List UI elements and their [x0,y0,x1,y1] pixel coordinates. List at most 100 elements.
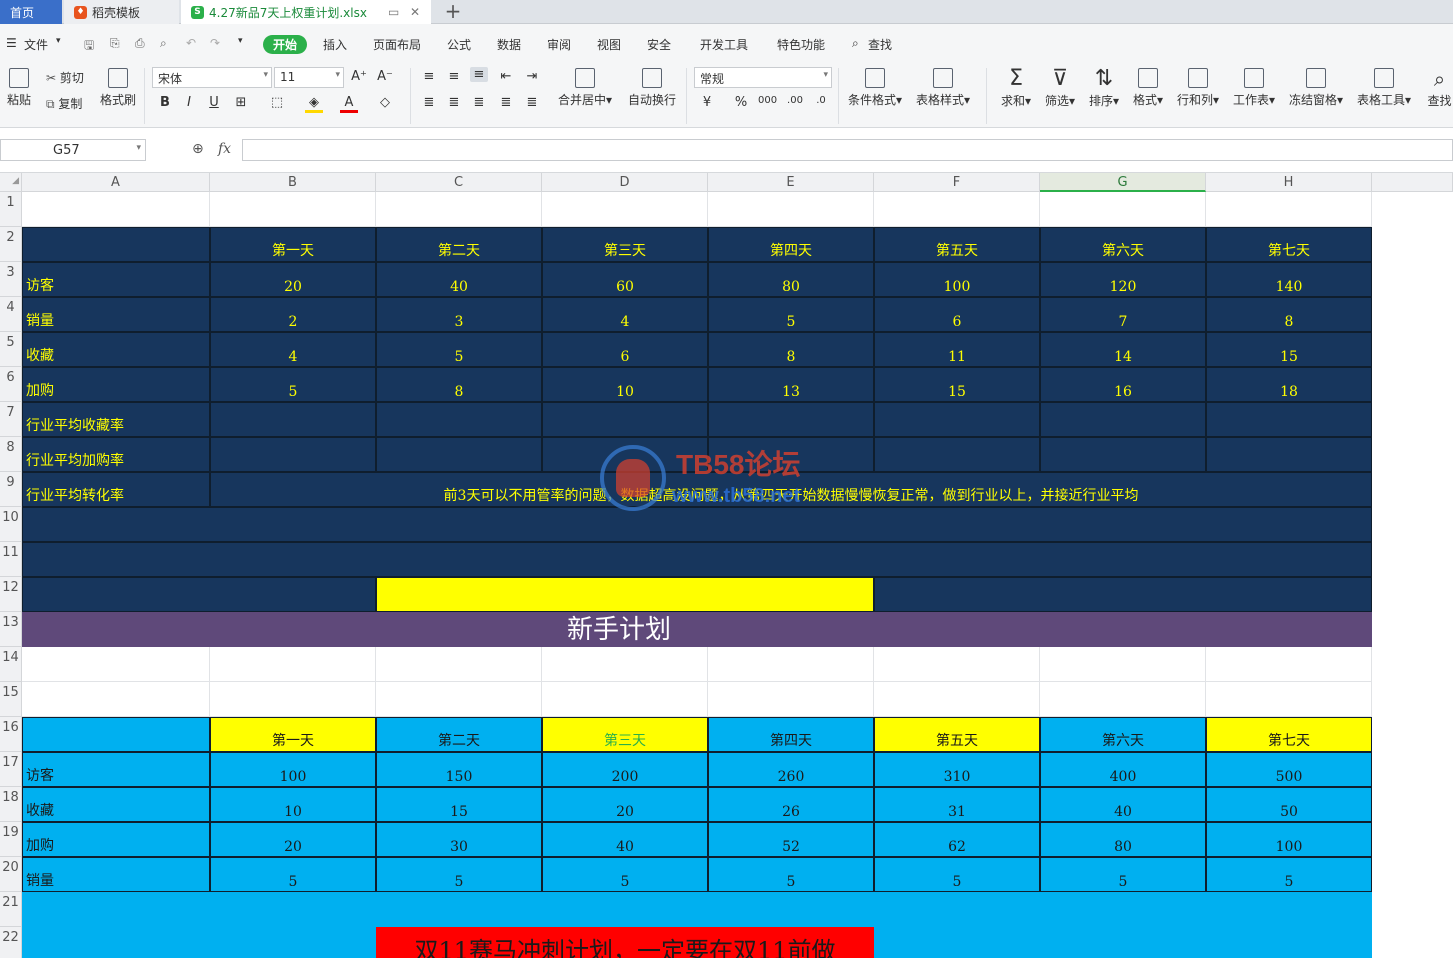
currency-icon[interactable]: ¥ [698,95,716,110]
cell-empty[interactable] [1206,647,1372,682]
justify-icon[interactable]: ≣ [497,95,515,110]
table2-day-header[interactable]: 第四天 [708,717,874,752]
table-tools-button[interactable]: 表格工具▾ [1357,68,1411,108]
bold-icon[interactable]: B [156,95,174,110]
cell-style-icon[interactable]: ⬚ [268,95,286,110]
indent-icon[interactable]: ⇥ [523,69,541,84]
sum-button[interactable]: Σ 求和▾ [1001,68,1031,109]
cut-button[interactable]: ✂ 剪切 [46,69,84,86]
table1-value-cell[interactable] [874,402,1040,437]
table1-value-cell[interactable]: 80 [708,262,874,297]
table2-value-cell[interactable]: 20 [210,822,376,857]
close-tab-icon[interactable]: ✕ [410,5,420,19]
table1-row-label[interactable]: 销量 [22,297,210,332]
table2-value-cell[interactable]: 30 [376,822,542,857]
format-button[interactable]: 格式▾ [1133,68,1163,108]
sort-button[interactable]: ⇅ 排序▾ [1089,68,1119,109]
table1-value-cell[interactable] [376,402,542,437]
cell-empty[interactable] [210,682,376,717]
table1-value-cell[interactable]: 10 [542,367,708,402]
table1-value-cell[interactable]: 20 [210,262,376,297]
table1-value-cell[interactable]: 14 [1040,332,1206,367]
table2-value-cell[interactable]: 20 [542,787,708,822]
rows-cols-button[interactable]: 行和列▾ [1177,68,1219,108]
navy-cell[interactable] [22,577,376,612]
row-header-10[interactable]: 10 [0,507,22,542]
table2-value-cell[interactable]: 15 [376,787,542,822]
table2-row-label[interactable]: 访客 [22,752,210,787]
table1-value-cell[interactable]: 3 [376,297,542,332]
table1-day-header[interactable]: 第二天 [376,227,542,262]
cell-empty[interactable] [1040,647,1206,682]
table1-value-cell[interactable]: 60 [542,262,708,297]
table1-row-label[interactable]: 行业平均转化率 [22,472,210,507]
row-header-7[interactable]: 7 [0,402,22,437]
row-header-4[interactable]: 4 [0,297,22,332]
menu-view[interactable]: 视图 [597,36,621,53]
table1-value-cell[interactable]: 40 [376,262,542,297]
cell-empty[interactable] [708,192,874,227]
menu-data[interactable]: 数据 [497,36,521,53]
number-format-select[interactable]: 常规 [694,67,832,88]
cell-empty[interactable] [874,682,1040,717]
outdent-icon[interactable]: ⇤ [497,69,515,84]
table2-value-cell[interactable]: 10 [210,787,376,822]
table-style-button[interactable]: 表格样式▾ [916,68,970,108]
table2-value-cell[interactable]: 5 [542,857,708,892]
font-grow-icon[interactable]: A⁺ [350,69,368,84]
table1-value-cell[interactable] [1206,437,1372,472]
formula-input[interactable] [242,139,1453,161]
table1-value-cell[interactable] [1206,402,1372,437]
plan-banner[interactable]: 新手计划 [22,612,1372,647]
table1-day-header[interactable]: 第七天 [1206,227,1372,262]
column-header-a[interactable]: A [22,173,210,192]
print-icon[interactable]: ⎙ [135,36,145,51]
column-header-h[interactable]: H [1206,173,1372,192]
column-header-b[interactable]: B [210,173,376,192]
row-header-12[interactable]: 12 [0,577,22,612]
table2-value-cell[interactable]: 52 [708,822,874,857]
menu-start[interactable]: 开始 [263,35,308,54]
table2-value-cell[interactable]: 500 [1206,752,1372,787]
fill-color-icon[interactable]: ◈ [305,95,323,113]
worksheet-button[interactable]: 工作表▾ [1233,68,1275,108]
navy-cell[interactable] [874,577,1372,612]
table2-value-cell[interactable]: 150 [376,752,542,787]
freeze-panes-button[interactable]: 冻结窗格▾ [1289,68,1343,108]
row-header-16[interactable]: 16 [0,717,22,752]
align-center-icon[interactable]: ≣ [445,95,463,110]
menu-page-layout[interactable]: 页面布局 [373,36,421,53]
table2-value-cell[interactable]: 62 [874,822,1040,857]
row-header-17[interactable]: 17 [0,752,22,787]
table1-value-cell[interactable]: 11 [874,332,1040,367]
table2-value-cell[interactable]: 5 [1040,857,1206,892]
row-header-5[interactable]: 5 [0,332,22,367]
table2-day-header[interactable]: 第六天 [1040,717,1206,752]
table1-value-cell[interactable] [1040,402,1206,437]
column-header-c[interactable]: C [376,173,542,192]
table1-value-cell[interactable]: 8 [708,332,874,367]
table1-value-cell[interactable]: 2 [210,297,376,332]
border-icon[interactable]: ⊞ [232,95,250,110]
column-header-e[interactable]: E [708,173,874,192]
row-header-8[interactable]: 8 [0,437,22,472]
align-right-icon[interactable]: ≣ [470,95,488,110]
cyan-cell[interactable] [874,927,1372,958]
copy-button[interactable]: ⧉ 复制 [46,95,82,112]
cell-empty[interactable] [1040,682,1206,717]
table2-day-header[interactable]: 第三天 [542,717,708,752]
table2-row-label[interactable]: 销量 [22,857,210,892]
table2-value-cell[interactable]: 5 [376,857,542,892]
table1-value-cell[interactable]: 4 [542,297,708,332]
table2-value-cell[interactable]: 50 [1206,787,1372,822]
zoom-icon[interactable]: ⊕ [192,141,204,157]
menu-formulas[interactable]: 公式 [447,36,471,53]
menu-insert[interactable]: 插入 [323,36,347,53]
cell-empty[interactable] [874,192,1040,227]
file-dropdown-icon[interactable]: ▾ [56,36,61,46]
select-all-corner[interactable]: ◢ [0,173,22,192]
cell-empty[interactable] [1206,682,1372,717]
cell-empty[interactable] [22,192,210,227]
align-top-icon[interactable]: ≡ [420,69,438,84]
table1-value-cell[interactable]: 16 [1040,367,1206,402]
